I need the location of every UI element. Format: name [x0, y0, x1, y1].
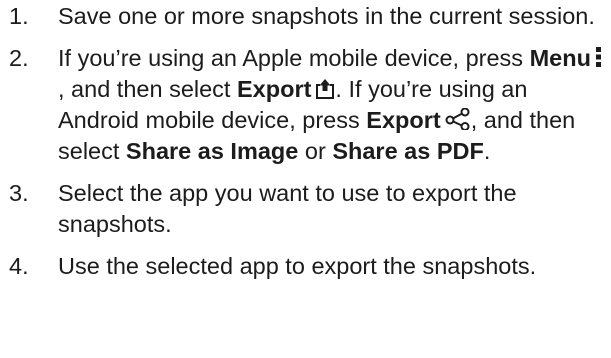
menu-label: Menu: [529, 45, 591, 71]
step-4: 4. Use the selected app to export the sn…: [0, 251, 611, 282]
step-number: 3.: [9, 180, 29, 206]
step-2: 2. If you’re using an Apple mobile devic…: [0, 43, 611, 167]
step-number: 4.: [9, 253, 29, 279]
export-label: Export: [366, 107, 441, 133]
step-text-part: or: [298, 138, 333, 164]
step-text-part: .: [483, 138, 491, 164]
step-1: 1. Save one or more snapshots in the cur…: [0, 1, 611, 32]
share-nodes-icon: [445, 108, 471, 130]
step-number: 1.: [9, 3, 29, 29]
export-label: Export: [236, 76, 312, 102]
share-as-image-label: Share as Image: [125, 138, 299, 164]
step-text: If you’re using an Apple mobile device, …: [58, 45, 602, 164]
step-text-part: If you’re using an Apple mobile device, …: [58, 45, 530, 71]
step-text-part: , and then select: [58, 76, 237, 102]
share-upload-icon: [315, 77, 335, 99]
vertical-ellipsis-icon: [595, 46, 602, 68]
step-text: Select the app you want to use to export…: [58, 180, 517, 237]
step-text: Save one or more snapshots in the curren…: [58, 3, 595, 29]
step-3: 3. Select the app you want to use to exp…: [0, 178, 611, 240]
step-text: Use the selected app to export the snaps…: [58, 253, 537, 279]
step-number: 2.: [9, 45, 29, 71]
instruction-steps-list: 1. Save one or more snapshots in the cur…: [0, 1, 611, 282]
share-as-pdf-label: Share as PDF: [332, 138, 484, 164]
